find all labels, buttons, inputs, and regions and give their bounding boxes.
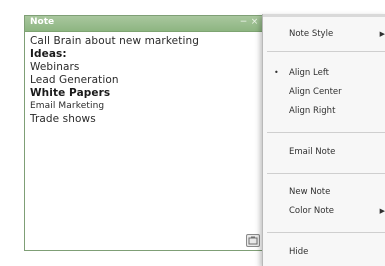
menu-item-new-note[interactable]: New Note — [263, 185, 385, 200]
menu-separator — [267, 51, 385, 52]
note-line: Webinars — [30, 61, 80, 73]
minimize-icon[interactable]: − — [239, 18, 248, 27]
radio-check-icon: • — [274, 68, 279, 77]
close-icon[interactable]: × — [250, 18, 259, 27]
menu-item-note-style[interactable]: Note Style ▶ — [263, 27, 385, 42]
note-text-area[interactable]: Call Brain about new marketing Ideas: We… — [30, 35, 257, 126]
menu-item-label: New Note — [289, 187, 331, 197]
menu-item-label: Note Style — [289, 29, 334, 39]
menu-item-label: Align Right — [289, 106, 336, 116]
submenu-arrow-icon: ▶ — [379, 207, 385, 215]
menu-item-color-note[interactable]: Color Note ▶ — [263, 204, 385, 219]
screen: Note − × Call Brain about new marketing … — [0, 0, 385, 266]
note-line: White Papers — [30, 87, 111, 99]
menu-item-email-note[interactable]: Email Note — [263, 145, 385, 160]
menu-item-label: Color Note — [289, 206, 335, 216]
menu-item-label: Hide — [289, 247, 309, 257]
note-line: Email Marketing — [30, 101, 105, 111]
menu-item-hide[interactable]: Hide — [263, 245, 385, 260]
context-menu: Note Style ▶ • Align Left Align Center A… — [262, 14, 385, 266]
menu-top-edge — [263, 14, 385, 17]
menu-item-label: Align Center — [289, 87, 342, 97]
menu-item-align-center[interactable]: Align Center — [263, 85, 385, 100]
note-title: Note — [30, 17, 55, 27]
note-line: Trade shows — [30, 113, 96, 125]
note-line: Call Brain about new marketing — [30, 35, 199, 47]
resize-grip-glyph — [248, 236, 258, 245]
menu-item-label: Email Note — [289, 147, 336, 157]
note-titlebar[interactable]: Note − × — [25, 16, 263, 32]
note-line: Ideas: — [30, 48, 67, 60]
menu-separator — [267, 173, 385, 174]
menu-separator — [267, 132, 385, 133]
resize-grip-icon[interactable] — [246, 234, 260, 247]
sticky-note-window[interactable]: Note − × Call Brain about new marketing … — [24, 15, 264, 251]
menu-separator — [267, 232, 385, 233]
menu-item-align-left[interactable]: • Align Left — [263, 66, 385, 81]
submenu-arrow-icon: ▶ — [379, 30, 385, 38]
menu-item-align-right[interactable]: Align Right — [263, 104, 385, 119]
note-line: Lead Generation — [30, 74, 119, 86]
menu-item-label: Align Left — [289, 68, 330, 78]
